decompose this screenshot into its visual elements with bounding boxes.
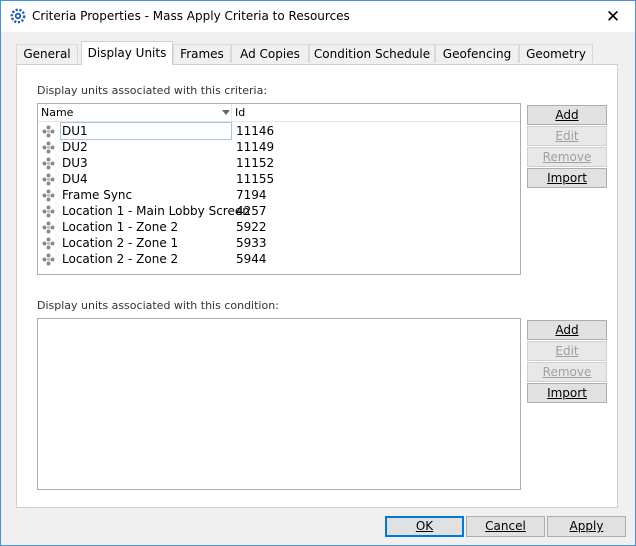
app-gear-icon (10, 8, 26, 24)
criteria-units-list[interactable]: Name Id DU1 11146 DU2 11149 DU3 11152 DU… (37, 103, 521, 275)
button-label: Remove (542, 365, 592, 379)
table-row[interactable]: Location 1 - Main Lobby Screen 4257 (38, 203, 520, 219)
table-row[interactable]: DU2 11149 (38, 139, 520, 155)
row-name: DU3 (62, 156, 88, 170)
button-label: Apply (569, 519, 604, 533)
row-id: 11152 (236, 156, 275, 170)
table-row[interactable]: Location 2 - Zone 1 5933 (38, 235, 520, 251)
tab-frames[interactable]: Frames (173, 44, 231, 63)
row-name: DU2 (62, 140, 88, 154)
criteria-edit-button[interactable]: Edit (527, 126, 607, 146)
row-id: 11146 (236, 124, 275, 138)
row-id: 11149 (236, 140, 275, 154)
row-id: 5922 (236, 220, 267, 234)
tab-label: General (23, 47, 71, 61)
tab-label: Condition Schedule (313, 47, 431, 61)
tab-geofencing[interactable]: Geofencing (435, 44, 519, 63)
tab-label: Geofencing (442, 47, 512, 61)
tab-condition-schedule[interactable]: Condition Schedule (309, 44, 435, 63)
tab-label: Geometry (526, 47, 586, 61)
condition-units-list[interactable] (37, 318, 521, 490)
criteria-import-button[interactable]: Import (527, 168, 607, 188)
display-unit-icon (42, 173, 55, 186)
table-row[interactable]: DU1 11146 (38, 122, 520, 140)
ok-button[interactable]: OK (385, 516, 464, 537)
table-row[interactable]: Location 2 - Zone 2 5944 (38, 251, 520, 267)
row-name: Frame Sync (62, 188, 133, 202)
column-header-name[interactable]: Name (38, 104, 232, 121)
row-name: Location 2 - Zone 1 (62, 236, 179, 250)
criteria-add-button[interactable]: Add (527, 105, 607, 125)
display-unit-icon (42, 237, 55, 250)
display-unit-icon (42, 189, 55, 202)
button-label: Remove (542, 150, 592, 164)
row-name: Location 1 - Zone 2 (62, 220, 179, 234)
tab-label: Frames (180, 47, 224, 61)
button-label: Cancel (485, 519, 526, 533)
criteria-units-label: Display units associated with this crite… (37, 84, 268, 97)
close-icon: ✕ (605, 6, 621, 27)
table-row[interactable]: DU4 11155 (38, 171, 520, 187)
condition-edit-button[interactable]: Edit (527, 341, 607, 361)
button-label: Add (555, 108, 579, 122)
tab-geometry[interactable]: Geometry (519, 44, 593, 63)
button-label: Import (547, 171, 587, 185)
display-unit-icon (42, 141, 55, 154)
display-unit-icon (42, 205, 55, 218)
dialog-window: Criteria Properties - Mass Apply Criteri… (0, 0, 636, 546)
cancel-button[interactable]: Cancel (466, 516, 545, 537)
button-label: Import (547, 386, 587, 400)
display-unit-icon (42, 221, 55, 234)
tab-ad-copies[interactable]: Ad Copies (231, 44, 309, 63)
tab-panel-display-units: Display units associated with this crite… (16, 64, 618, 508)
column-header-id-label: Id (235, 106, 246, 119)
condition-import-button[interactable]: Import (527, 383, 607, 403)
column-header-id[interactable]: Id (235, 104, 245, 121)
display-unit-icon (42, 157, 55, 170)
row-id: 5933 (236, 236, 267, 250)
row-id: 11155 (236, 172, 275, 186)
sort-down-icon (222, 110, 230, 115)
row-id: 4257 (236, 204, 267, 218)
table-row[interactable]: Frame Sync 7194 (38, 187, 520, 203)
row-id: 7194 (236, 188, 267, 202)
condition-add-button[interactable]: Add (527, 320, 607, 340)
row-id: 5944 (236, 252, 267, 266)
row-name: DU1 (60, 122, 232, 140)
tab-general[interactable]: General (16, 44, 78, 63)
window-title: Criteria Properties - Mass Apply Criteri… (32, 9, 350, 23)
list-header: Name Id (38, 104, 520, 122)
tab-display-units[interactable]: Display Units (81, 41, 173, 65)
display-unit-icon (42, 125, 55, 138)
tab-label: Ad Copies (240, 47, 300, 61)
table-row[interactable]: DU3 11152 (38, 155, 520, 171)
table-row[interactable]: Location 1 - Zone 2 5922 (38, 219, 520, 235)
tab-label: Display Units (87, 46, 167, 60)
apply-button[interactable]: Apply (547, 516, 626, 537)
condition-remove-button[interactable]: Remove (527, 362, 607, 382)
condition-units-label: Display units associated with this condi… (37, 299, 279, 312)
column-header-name-label: Name (41, 106, 74, 119)
row-name: Location 1 - Main Lobby Screen (62, 204, 250, 218)
close-button[interactable]: ✕ (591, 1, 635, 32)
row-name: DU4 (62, 172, 88, 186)
title-bar[interactable]: Criteria Properties - Mass Apply Criteri… (1, 1, 635, 32)
button-label: Edit (555, 129, 579, 143)
button-label: Add (555, 323, 579, 337)
row-name: Location 2 - Zone 2 (62, 252, 179, 266)
button-label: OK (415, 519, 434, 533)
criteria-remove-button[interactable]: Remove (527, 147, 607, 167)
button-label: Edit (555, 344, 579, 358)
display-unit-icon (42, 253, 55, 266)
